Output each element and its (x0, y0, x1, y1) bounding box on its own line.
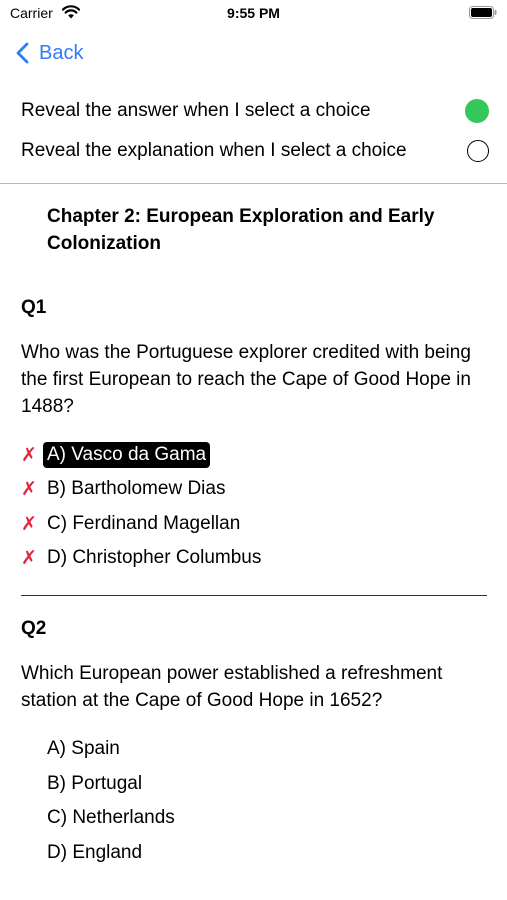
choice-label: B) Bartholomew Dias (47, 478, 226, 499)
status-time: 9:55 PM (227, 5, 280, 21)
choice-label: D) Christopher Columbus (47, 547, 262, 568)
choice-label: C) Netherlands (47, 807, 175, 828)
choice-q2-b[interactable]: B) Portugal (21, 769, 146, 799)
chapter-title: Chapter 2: European Exploration and Earl… (47, 206, 435, 254)
question-text: Who was the Portuguese explorer credited… (21, 342, 471, 417)
chevron-left-icon (16, 42, 29, 64)
reveal-answer-toggle[interactable] (465, 99, 489, 123)
choice-q2-a[interactable]: A) Spain (21, 734, 124, 764)
question-text: Which European power established a refre… (21, 663, 443, 711)
wrong-x-icon: ✗ (21, 513, 37, 535)
choice-q1-c[interactable]: ✗ C) Ferdinand Magellan (21, 509, 244, 539)
choice-label: B) Portugal (47, 773, 143, 794)
choice-q2-c[interactable]: C) Netherlands (21, 803, 179, 833)
wrong-x-icon: ✗ (21, 478, 37, 500)
reveal-answer-row[interactable]: Reveal the answer when I select a choice (21, 96, 489, 126)
choice-q2-d[interactable]: D) England (21, 838, 146, 868)
status-bar: Carrier 9:55 PM (0, 0, 507, 28)
reveal-answer-label: Reveal the answer when I select a choice (21, 100, 371, 121)
choice-q1-a[interactable]: ✗ A) Vasco da Gama (21, 440, 211, 470)
back-button[interactable]: Back (16, 38, 83, 68)
wrong-x-icon: ✗ (21, 444, 37, 466)
reveal-explanation-label: Reveal the explanation when I select a c… (21, 140, 407, 161)
question-number: Q2 (21, 618, 47, 639)
reveal-explanation-row[interactable]: Reveal the explanation when I select a c… (21, 136, 489, 166)
question-divider (21, 595, 487, 596)
choice-label: C) Ferdinand Magellan (47, 513, 241, 534)
choice-label: A) Vasco da Gama (43, 442, 211, 468)
choice-q1-d[interactable]: ✗ D) Christopher Columbus (21, 543, 265, 573)
back-label: Back (39, 41, 84, 64)
choice-q1-b[interactable]: ✗ B) Bartholomew Dias (21, 474, 229, 504)
question-number: Q1 (21, 297, 47, 318)
choice-label: D) England (47, 842, 143, 863)
battery-icon (469, 6, 497, 19)
reveal-explanation-toggle[interactable] (467, 140, 489, 162)
choice-label: A) Spain (47, 738, 120, 759)
wrong-x-icon: ✗ (21, 547, 37, 569)
settings-divider (0, 183, 507, 184)
